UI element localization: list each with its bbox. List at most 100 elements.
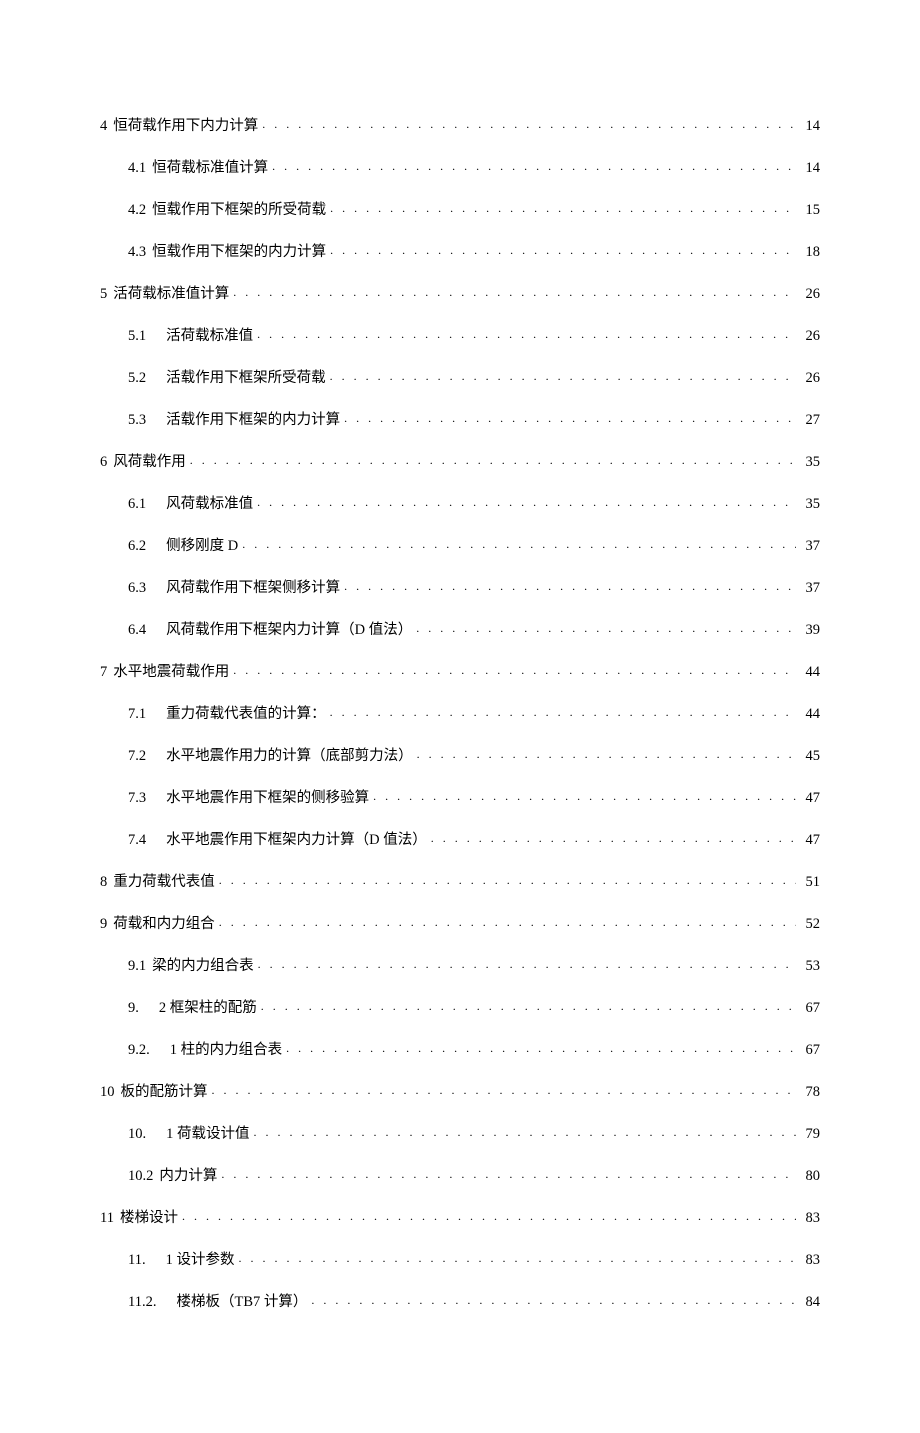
toc-entry: 9.2 框架柱的配筋67 [100,997,820,1015]
toc-entry: 4.3恒载作用下框架的内力计算18 [100,241,820,259]
toc-entry-number: 6.4 [128,623,146,638]
toc-entry-title: 楼梯板（TB7 计算） [176,1295,307,1310]
toc-entry-title: 1 荷载设计值 [166,1127,249,1142]
toc-entry: 9荷载和内力组合52 [100,913,820,931]
toc-entry: 7.1重力荷载代表值的计算：44 [100,703,820,721]
toc-entry: 9.1梁的内力组合表53 [100,955,820,973]
toc-leader-dots [261,997,796,1012]
toc-entry-page: 26 [800,329,820,344]
toc-entry: 5.3活载作用下框架的内力计算27 [100,409,820,427]
toc-entry-number: 9.2. [128,1043,150,1058]
toc-entry: 11. 1 设计参数 83 [100,1249,820,1267]
toc-entry-title: 水平地震作用下框架内力计算（D 值法） [166,833,427,848]
toc-entry-title: 荷载和内力组合 [113,917,215,932]
toc-entry-title: 梁的内力组合表 [152,959,254,974]
toc-entry: 6.1风荷载标准值35 [100,493,820,511]
toc-entry: 8重力荷载代表值51 [100,871,820,889]
toc-entry-title: 活荷载标准值计算 [113,287,229,302]
toc-entry-page: 67 [800,1001,820,1016]
toc-leader-dots [330,241,796,256]
toc-leader-dots [257,493,796,508]
toc-leader-dots [416,619,796,634]
toc-entry-number: 10. [128,1127,146,1142]
toc-entry-number: 5.1 [128,329,146,344]
toc-entry-number: 7.1 [128,707,146,722]
toc-entry-title: 风荷载作用 [113,455,186,470]
toc-entry-number: 8 [100,875,107,890]
toc-entry-page: 14 [800,161,820,176]
toc-entry-title: 活载作用下框架的内力计算 [166,413,340,428]
toc-entry-number: 6.3 [128,581,146,596]
toc-leader-dots [262,115,796,130]
toc-entry-title: 侧移刚度 D [166,539,238,554]
toc-entry: 4恒荷载作用下内力计算14 [100,115,820,133]
toc-entry: 10板的配筋计算78 [100,1081,820,1099]
toc-entry-page: 37 [800,539,820,554]
toc-entry-number: 7.2 [128,749,146,764]
toc-leader-dots [233,661,796,676]
toc-entry-number: 4.1 [128,161,146,176]
toc-entry-title: 内力计算 [159,1169,217,1184]
toc-entry-number: 6 [100,455,107,470]
toc-leader-dots [373,787,796,802]
toc-entry: 11.2.楼梯板（TB7 计算）84 [100,1291,820,1309]
toc-entry-number: 7 [100,665,107,680]
toc-entry: 10.1 荷载设计值79 [100,1123,820,1141]
toc-leader-dots [219,913,796,928]
toc-entry: 6.2 侧移刚度 D 37 [100,535,820,553]
toc-entry-title: 1 柱的内力组合表 [170,1043,282,1058]
toc-entry-number: 10.2 [128,1169,153,1184]
toc-entry-page: 26 [800,287,820,302]
toc-entry-page: 39 [800,623,820,638]
toc-entry: 6 风荷载作用 35 [100,451,820,469]
toc-leader-dots [221,1165,796,1180]
toc-entry-number: 6.2 [128,539,146,554]
toc-entry: 7.3水平地震作用下框架的侧移验算47 [100,787,820,805]
toc-entry: 5.1活荷载标准值26 [100,325,820,343]
toc-entry-number: 11 [100,1211,114,1226]
toc-entry-page: 67 [800,1043,820,1058]
toc-entry-number: 5.2 [128,371,146,386]
toc-entry-title: 水平地震荷载作用 [113,665,229,680]
toc-entry-number: 7.4 [128,833,146,848]
toc-entry-title: 1 设计参数 [166,1253,235,1268]
toc-entry-page: 83 [800,1211,820,1226]
toc-entry-title: 风荷载作用下框架侧移计算 [166,581,340,596]
toc-leader-dots [238,1249,796,1264]
toc-entry-page: 78 [800,1085,820,1100]
toc-entry-page: 80 [800,1169,820,1184]
toc-entry-page: 47 [800,833,820,848]
toc-leader-dots [219,871,796,886]
toc-entry-number: 4.3 [128,245,146,260]
toc-entry-page: 35 [800,455,820,470]
toc-entry-page: 83 [800,1253,820,1268]
toc-entry: 4.1 恒荷载标准值计算 14 [100,157,820,175]
toc-leader-dots [311,1291,796,1306]
toc-leader-dots [272,157,796,172]
toc-entry: 7.2水平地震作用力的计算（底部剪力法）45 [100,745,820,763]
toc-leader-dots [212,1081,797,1096]
toc-entry-page: 53 [800,959,820,974]
toc-entry-title: 水平地震作用下框架的侧移验算 [166,791,369,806]
toc-leader-dots [431,829,796,844]
toc-entry-number: 5.3 [128,413,146,428]
toc-entry-title: 恒载作用下框架的内力计算 [152,245,326,260]
toc-entry-page: 37 [800,581,820,596]
toc-leader-dots [344,577,796,592]
toc-entry-page: 14 [800,119,820,134]
toc-entry: 4.2恒载作用下框架的所受荷载15 [100,199,820,217]
toc-entry-page: 47 [800,791,820,806]
toc-entry-title: 恒荷载标准值计算 [152,161,268,176]
toc-entry-number: 11. [128,1253,146,1268]
toc-entry-page: 44 [800,707,820,722]
toc-leader-dots [286,1039,796,1054]
toc-entry-page: 26 [800,371,820,386]
toc-entry-title: 重力荷载代表值 [113,875,215,890]
toc-leader-dots [254,1123,797,1138]
toc-entry-number: 11.2. [128,1295,156,1310]
toc-entry-page: 35 [800,497,820,512]
toc-entry-title: 风荷载标准值 [166,497,253,512]
toc-entry-number: 4.2 [128,203,146,218]
toc-leader-dots [330,367,796,382]
toc-leader-dots [330,199,796,214]
